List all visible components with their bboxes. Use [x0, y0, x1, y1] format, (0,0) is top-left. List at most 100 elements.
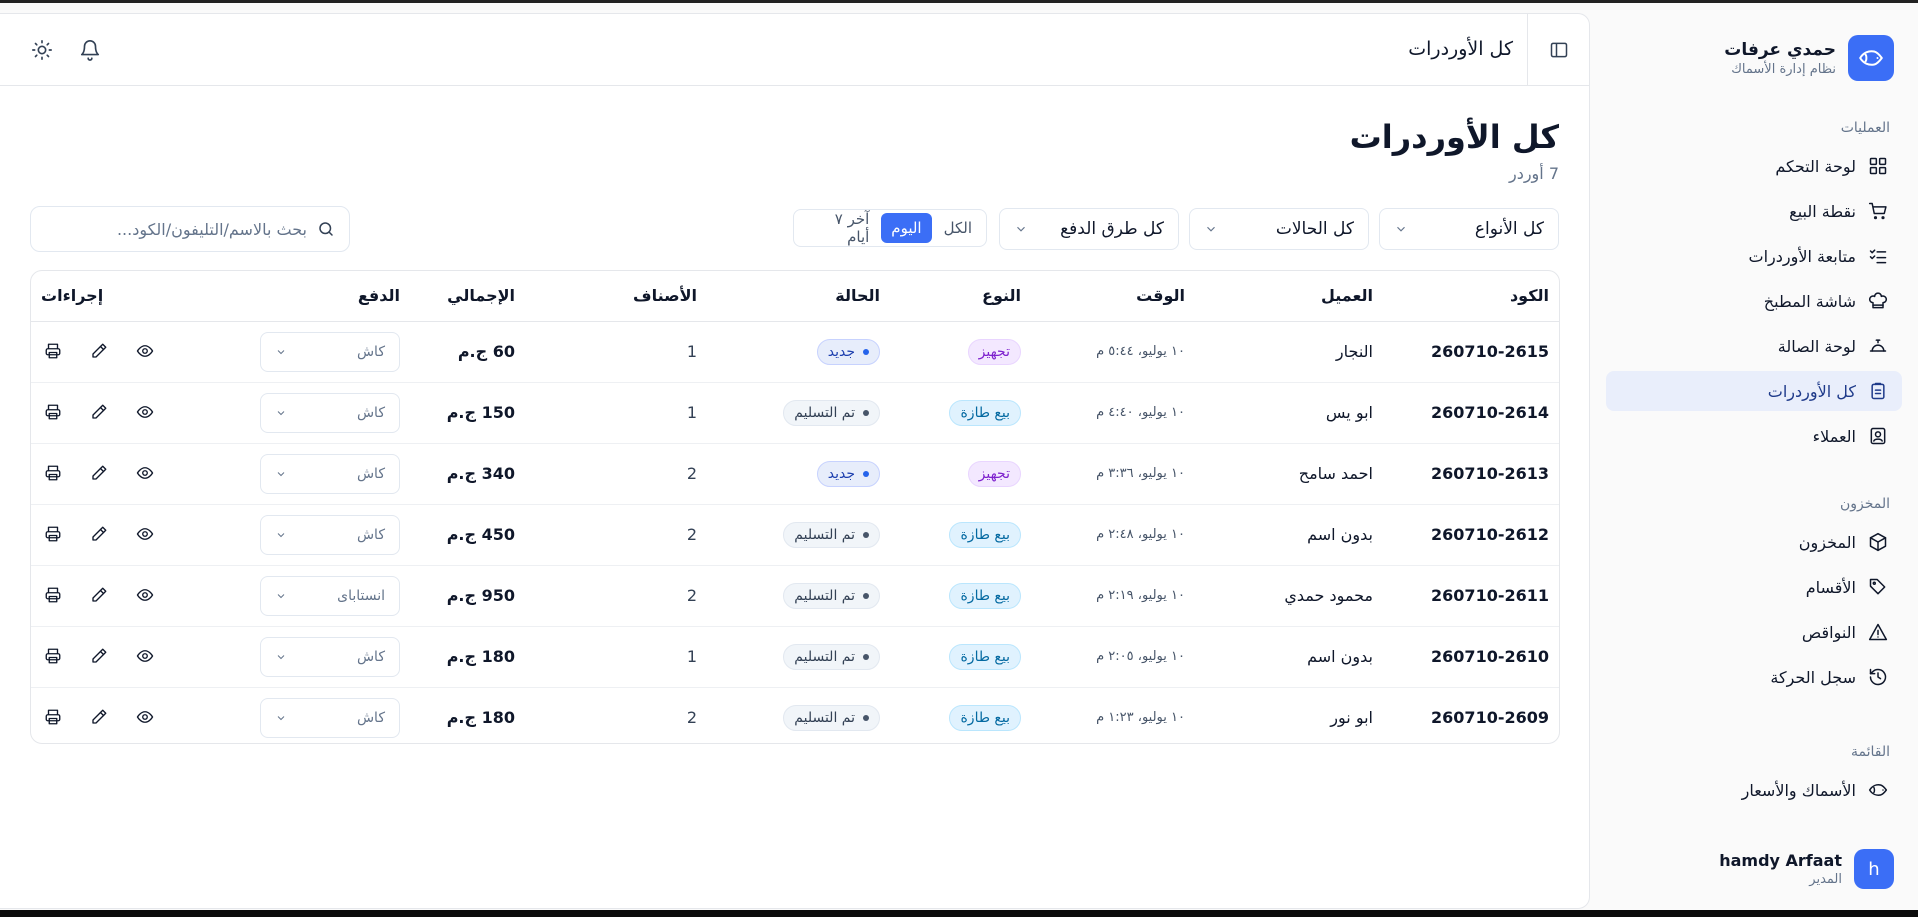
group-label: العمليات	[1840, 120, 1890, 136]
view-button[interactable]	[133, 583, 157, 607]
view-button[interactable]	[133, 644, 157, 668]
view-button[interactable]	[133, 705, 157, 729]
print-button[interactable]	[41, 583, 65, 607]
payment-method-select[interactable]: انستاباى	[260, 575, 400, 616]
brand[interactable]: حمدي عرفات نظام إدارة الأسماك	[1614, 34, 1894, 82]
table-row[interactable]: 260710-2615 النجار ١٠ يوليو، ٥:٤٤ م تجهي…	[31, 321, 1559, 383]
sidebar-item-dashboard[interactable]: لوحة التحكم	[1606, 146, 1902, 186]
chevron-down-icon	[277, 654, 285, 659]
sidebar-toggle-button[interactable]	[1527, 14, 1589, 86]
search-input[interactable]	[67, 219, 307, 239]
items-count: 2	[686, 708, 697, 728]
col-header-customer[interactable]: العميل	[1195, 271, 1383, 322]
theme-toggle-button[interactable]	[28, 36, 56, 64]
status-label: تم التسليم	[794, 709, 855, 726]
edit-button[interactable]	[87, 400, 111, 424]
payment-method-select[interactable]: كاش	[260, 331, 400, 372]
view-button[interactable]	[133, 339, 157, 363]
sidebar-item-kitchen[interactable]: شاشة المطبخ	[1606, 281, 1902, 321]
customer-name: بدون اسم	[1195, 504, 1383, 566]
col-header-time[interactable]: الوقت	[1031, 271, 1195, 322]
view-button[interactable]	[133, 522, 157, 546]
payment-method-select[interactable]: كاش	[260, 636, 400, 677]
sidebar-item-label: شاشة المطبخ	[1763, 291, 1856, 311]
print-button[interactable]	[41, 644, 65, 668]
payment-method-select[interactable]: كاش	[260, 697, 400, 738]
eye-icon	[136, 467, 154, 479]
payment-method-value: كاش	[356, 343, 385, 360]
sidebar-item-shortages[interactable]: النواقص	[1606, 612, 1902, 652]
payment-method-value: كاش	[356, 404, 385, 421]
status-dot	[863, 714, 869, 721]
user-profile[interactable]: h hamdy Arfaat المدير	[1614, 846, 1894, 892]
sidebar-item-categories[interactable]: الأقسام	[1606, 567, 1902, 607]
table-row[interactable]: 260710-2609 ابو نور ١٠ يوليو، ١:٢٣ م بيع…	[31, 687, 1559, 743]
eye-icon	[136, 528, 154, 540]
chevron-down-icon	[277, 715, 285, 720]
cart-icon	[1868, 202, 1887, 220]
print-button[interactable]	[41, 522, 65, 546]
sidebar-item-order-tracking[interactable]: متابعة الأوردرات	[1606, 236, 1902, 276]
payment-method-select[interactable]: كاش	[260, 514, 400, 555]
status-label: تم التسليم	[794, 648, 855, 665]
status-badge: جديد	[816, 338, 880, 365]
status-dot	[863, 409, 869, 416]
table-row[interactable]: 260710-2614 ابو يس ١٠ يوليو، ٤:٤٠ م بيع …	[31, 382, 1559, 444]
table-row[interactable]: 260710-2612 بدون اسم ١٠ يوليو، ٢:٤٨ م بي…	[31, 504, 1559, 566]
table-row[interactable]: 260710-2610 بدون اسم ١٠ يوليو، ٢:٠٥ م بي…	[31, 626, 1559, 688]
table-row[interactable]: 260710-2611 محمود حمدي ١٠ يوليو، ٢:١٩ م …	[31, 565, 1559, 627]
col-header-status[interactable]: الحالة	[707, 271, 890, 322]
sidebar-item-fish-prices[interactable]: الأسماك والأسعار	[1606, 770, 1902, 810]
payment-method-value: كاش	[356, 709, 385, 726]
order-code: 260710-2614	[1383, 382, 1559, 444]
view-button[interactable]	[133, 400, 157, 424]
edit-button[interactable]	[87, 339, 111, 363]
status-filter-select[interactable]: كل الحالات	[1189, 208, 1369, 250]
brand-subtitle: نظام إدارة الأسماك	[1731, 61, 1836, 77]
payment-method-select[interactable]: كاش	[260, 392, 400, 433]
brand-name: حمدي عرفات	[1724, 39, 1836, 60]
print-button[interactable]	[41, 461, 65, 485]
status-dot	[863, 531, 869, 538]
type-badge: تجهيز	[967, 460, 1021, 487]
col-header-items[interactable]: الأصناف	[525, 271, 707, 322]
sidebar-item-hall[interactable]: لوحة الصالة	[1606, 326, 1902, 366]
tag-icon	[1869, 578, 1886, 595]
sidebar-item-customers[interactable]: العملاء	[1606, 416, 1902, 456]
chevron-down-icon	[277, 471, 285, 476]
sidebar-item-label: الأقسام	[1805, 577, 1856, 597]
search-box	[30, 206, 350, 252]
sidebar-item-label: كل الأوردرات	[1767, 381, 1856, 401]
view-button[interactable]	[133, 461, 157, 485]
page-title: كل الأوردرات	[1349, 118, 1559, 156]
notifications-button[interactable]	[76, 36, 104, 64]
edit-button[interactable]	[87, 461, 111, 485]
col-header-code[interactable]: الكود	[1383, 271, 1559, 322]
range-all-button[interactable]: الكل	[934, 213, 982, 243]
status-label: جديد	[827, 465, 855, 482]
orders-table: الكود العميل الوقت النوع الحالة الأصناف …	[30, 270, 1560, 744]
range-today-button[interactable]: اليوم	[881, 213, 932, 243]
range-7days-button[interactable]: آخر ٧ أيام	[798, 210, 879, 246]
col-header-total[interactable]: الإجمالي	[410, 271, 525, 322]
sidebar-item-activity-log[interactable]: سجل الحركة	[1606, 657, 1902, 697]
table-row[interactable]: 260710-2613 احمد سامح ١٠ يوليو، ٣:٣٦ م ت…	[31, 443, 1559, 505]
payment-filter-select[interactable]: كل طرق الدفع	[999, 208, 1179, 250]
col-header-type[interactable]: النوع	[890, 271, 1031, 322]
payment-method-select[interactable]: كاش	[260, 453, 400, 494]
pencil-icon	[92, 587, 107, 602]
print-button[interactable]	[41, 339, 65, 363]
print-button[interactable]	[41, 705, 65, 729]
sidebar-item-pos[interactable]: نقطة البيع	[1606, 191, 1902, 231]
edit-button[interactable]	[87, 522, 111, 546]
status-label: تم التسليم	[794, 526, 855, 543]
edit-button[interactable]	[87, 583, 111, 607]
col-header-payment: الدفع	[274, 271, 410, 322]
sidebar-item-inventory[interactable]: المخزون	[1606, 522, 1902, 562]
edit-button[interactable]	[87, 705, 111, 729]
status-filter-value: كل الحالات	[1275, 219, 1354, 239]
type-filter-select[interactable]: كل الأنواع	[1379, 208, 1559, 250]
edit-button[interactable]	[87, 644, 111, 668]
print-button[interactable]	[41, 400, 65, 424]
sidebar-item-all-orders[interactable]: كل الأوردرات	[1606, 371, 1902, 411]
